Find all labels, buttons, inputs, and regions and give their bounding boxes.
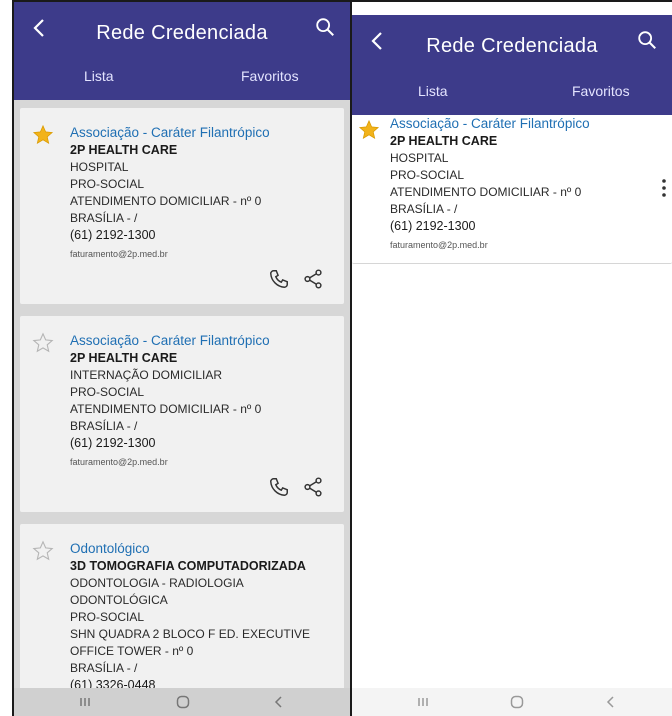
provider-list: Associação - Caráter Filantrópico 2P HEA… [14, 100, 350, 716]
tab-favoritos[interactable]: Favoritos [241, 68, 299, 84]
provider-name: 2P HEALTH CARE [390, 134, 498, 148]
tab-favoritos[interactable]: Favoritos [572, 83, 630, 99]
system-nav-bar [14, 688, 350, 716]
category-link[interactable]: Associação - Caráter Filantrópico [390, 115, 652, 133]
provider-line: ODONTOLOGIA - RADIOLOGIA [70, 576, 244, 590]
nav-recents-icon[interactable] [414, 694, 432, 710]
provider-name: 2P HEALTH CARE [70, 143, 178, 157]
provider-line: SHN QUADRA 2 BLOCO F ED. EXECUTIVE [70, 627, 311, 641]
category-link[interactable]: Associação - Caráter Filantrópico [70, 332, 324, 350]
nav-home-icon[interactable] [174, 694, 192, 710]
email-address: faturamento@2p.med.br [70, 249, 168, 259]
star-icon[interactable] [358, 119, 380, 141]
card-details: Odontológico 3D TOMOGRAFIA COMPUTADORIZA… [70, 540, 324, 694]
page-title: Rede Credenciada [96, 22, 268, 44]
search-icon[interactable] [314, 16, 336, 38]
tab-bar: Lista Favoritos [14, 58, 350, 100]
provider-line: HOSPITAL [70, 160, 129, 174]
system-nav-bar [352, 688, 672, 716]
app-bar: Rede Credenciada Lista Favoritos [352, 15, 672, 115]
card-details: Associação - Caráter Filantrópico 2P HEA… [390, 115, 652, 254]
provider-line: ATENDIMENTO DOMICILIAR - nº 0 [70, 402, 262, 416]
provider-line: ODONTOLÓGICA [70, 593, 168, 607]
category-link[interactable]: Associação - Caráter Filantrópico [70, 124, 324, 142]
star-icon[interactable] [32, 332, 54, 354]
page-title: Rede Credenciada [426, 35, 598, 57]
provider-line: ATENDIMENTO DOMICILIAR - nº 0 [390, 185, 582, 199]
list-item[interactable]: Associação - Caráter Filantrópico 2P HEA… [352, 115, 672, 264]
provider-name: 2P HEALTH CARE [70, 351, 178, 365]
nav-home-icon[interactable] [508, 694, 526, 710]
share-icon[interactable] [302, 476, 324, 498]
list-item[interactable]: Associação - Caráter Filantrópico 2P HEA… [20, 108, 344, 304]
provider-line: BRASÍLIA - / [70, 419, 138, 433]
nav-back-icon[interactable] [270, 694, 288, 710]
provider-line: PRO-SOCIAL [70, 385, 145, 399]
card-details: Associação - Caráter Filantrópico 2P HEA… [70, 124, 324, 263]
card-actions [268, 476, 328, 502]
provider-line: BRASÍLIA - / [70, 661, 138, 675]
provider-line: PRO-SOCIAL [70, 610, 145, 624]
provider-line: PRO-SOCIAL [390, 168, 465, 182]
email-address: faturamento@2p.med.br [70, 457, 168, 467]
phone-number: (61) 2192-1300 [390, 219, 476, 233]
app-bar: Rede Credenciada Lista Favoritos [14, 2, 350, 100]
left-phone-screen: Rede Credenciada Lista Favoritos Associa… [12, 0, 352, 716]
right-phone-screen: Rede Credenciada Lista Favoritos Associa… [350, 0, 672, 716]
card-actions [268, 268, 328, 294]
phone-icon[interactable] [268, 476, 290, 498]
tab-bar: Lista Favoritos [352, 73, 672, 115]
provider-line: OFFICE TOWER - nº 0 [70, 644, 194, 658]
list-item[interactable]: Associação - Caráter Filantrópico 2P HEA… [20, 316, 344, 512]
provider-line: INTERNAÇÃO DOMICILIAR [70, 368, 223, 382]
toolbar: Rede Credenciada [352, 15, 672, 73]
provider-line: HOSPITAL [390, 151, 449, 165]
provider-line: BRASÍLIA - / [390, 202, 458, 216]
email-address: faturamento@2p.med.br [390, 240, 488, 250]
phone-icon[interactable] [268, 268, 290, 290]
search-icon[interactable] [636, 29, 658, 51]
share-icon[interactable] [302, 268, 324, 290]
provider-line: PRO-SOCIAL [70, 177, 145, 191]
star-icon[interactable] [32, 540, 54, 562]
phone-number: (61) 2192-1300 [70, 228, 156, 242]
toolbar: Rede Credenciada [14, 2, 350, 60]
provider-line: BRASÍLIA - / [70, 211, 138, 225]
tab-lista[interactable]: Lista [418, 83, 448, 99]
nav-recents-icon[interactable] [76, 694, 94, 710]
nav-back-icon[interactable] [602, 694, 620, 710]
star-icon[interactable] [32, 124, 54, 146]
category-link[interactable]: Odontológico [70, 540, 324, 558]
more-vert-icon[interactable] [660, 177, 668, 199]
provider-name: 3D TOMOGRAFIA COMPUTADORIZADA [70, 559, 306, 573]
tab-lista[interactable]: Lista [84, 68, 114, 84]
phone-number: (61) 2192-1300 [70, 436, 156, 450]
provider-line: ATENDIMENTO DOMICILIAR - nº 0 [70, 194, 262, 208]
card-details: Associação - Caráter Filantrópico 2P HEA… [70, 332, 324, 471]
